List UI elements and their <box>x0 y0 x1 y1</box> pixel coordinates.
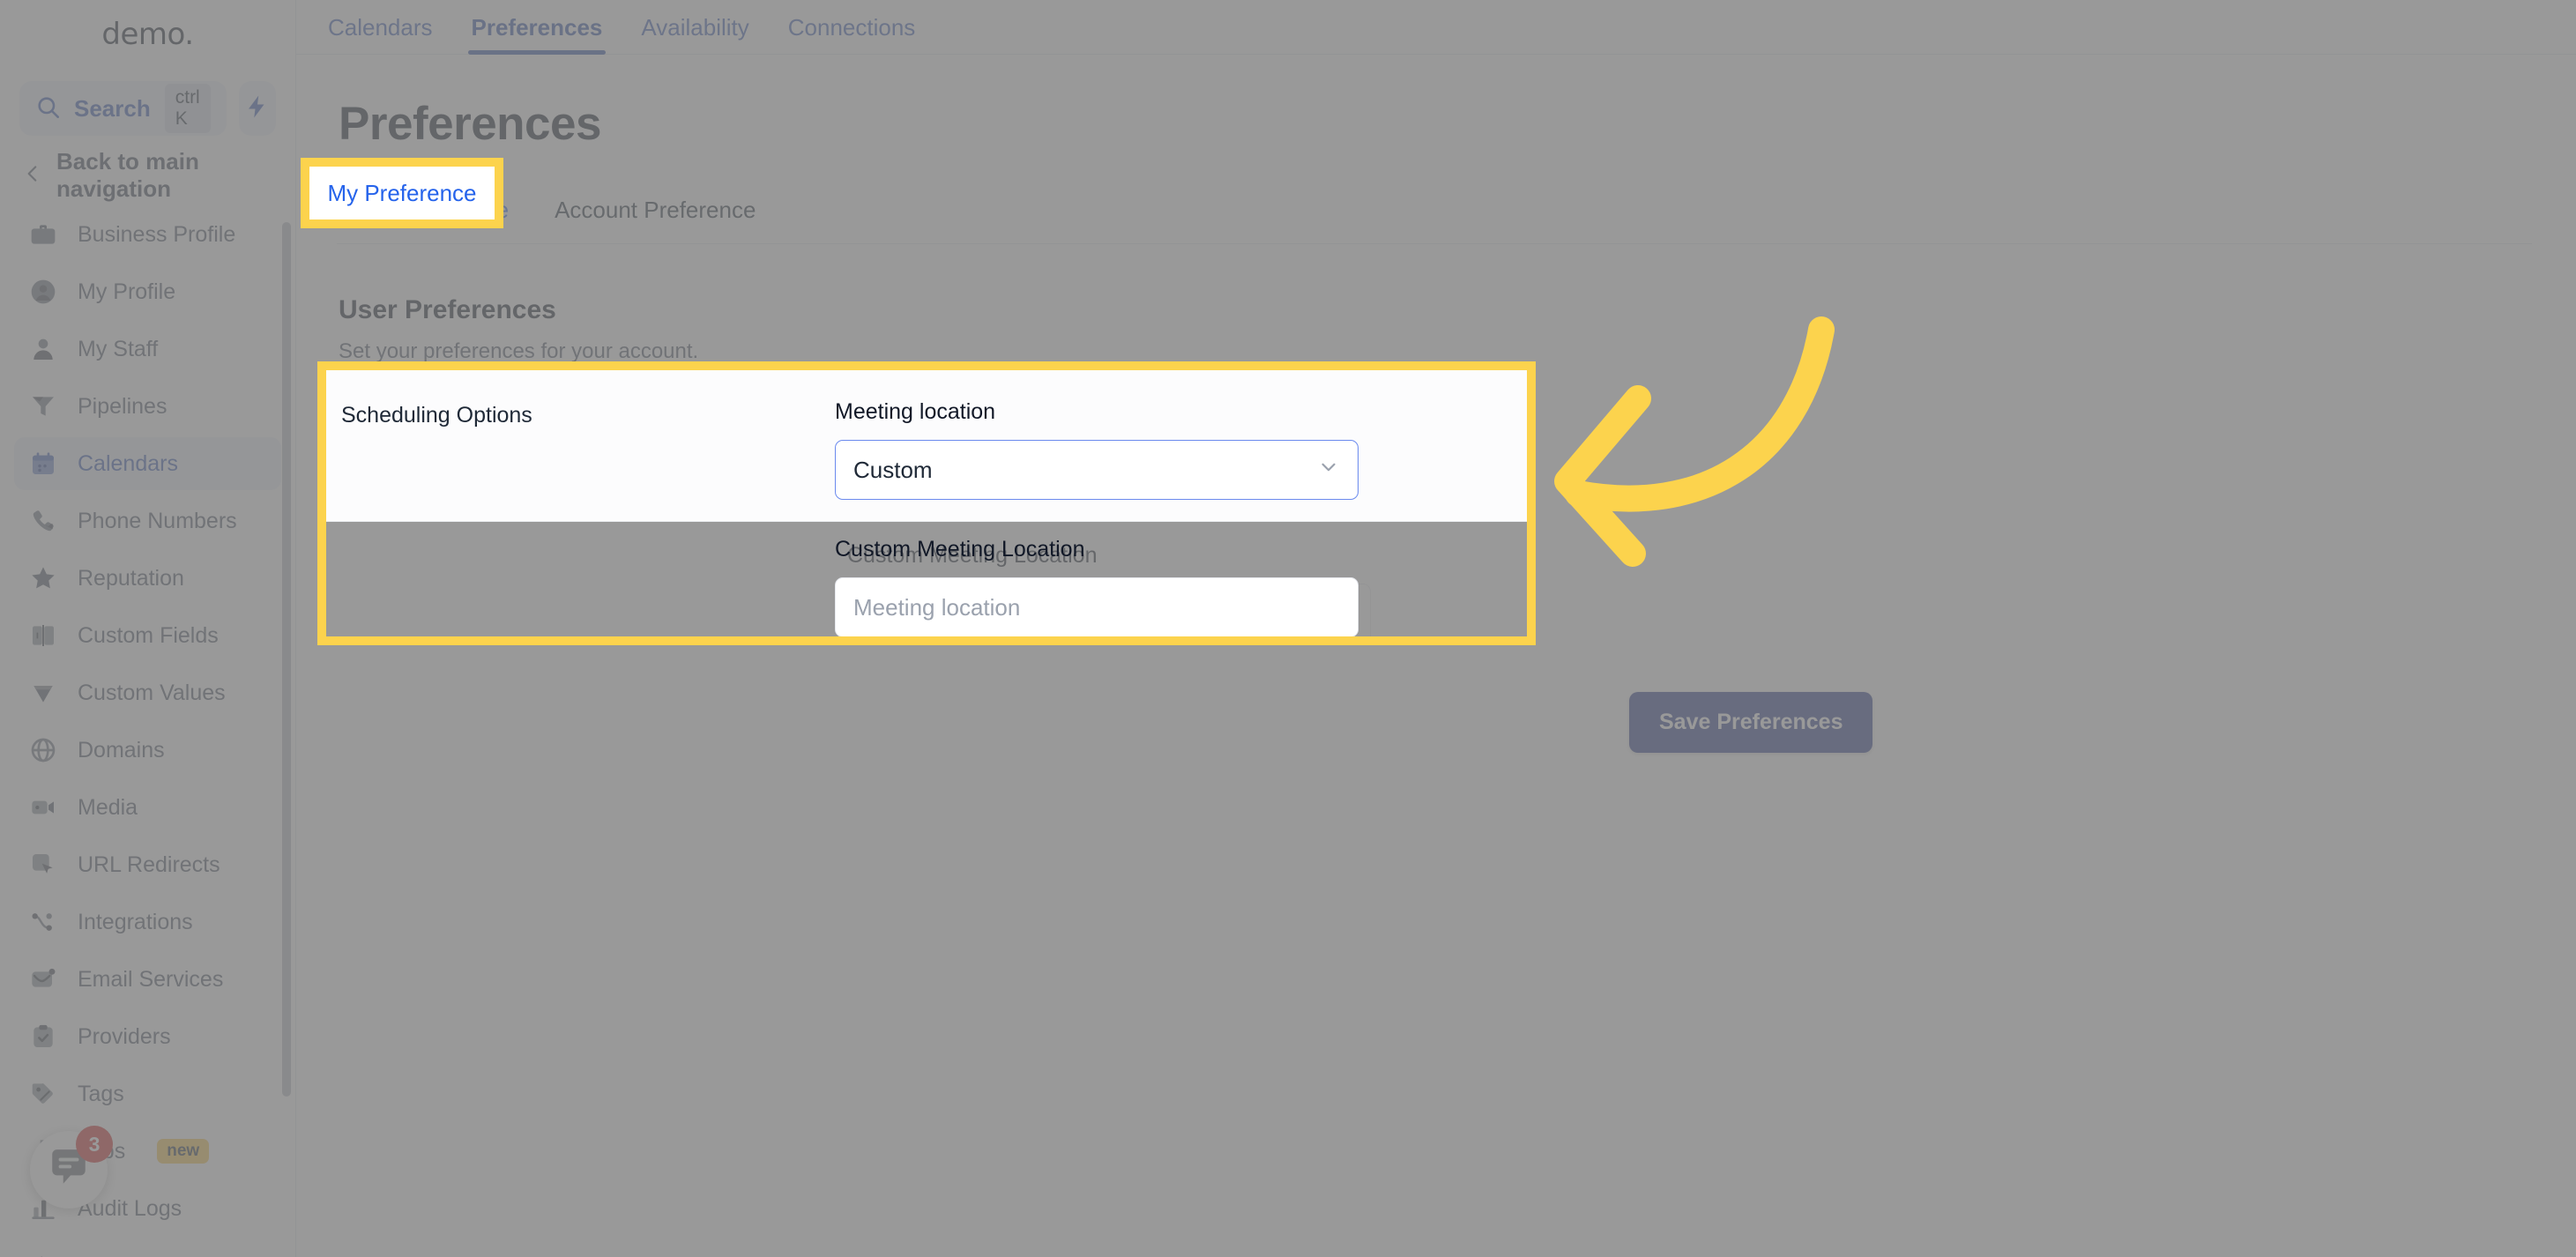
lightning-bolt-icon <box>244 93 271 124</box>
user-icon <box>28 334 58 364</box>
status-badge: new <box>157 1139 210 1164</box>
subtab-account-preference[interactable]: Account Preference <box>532 186 778 243</box>
sidebar-item-label: Providers <box>78 1023 171 1049</box>
sidebar-item-label: Reputation <box>78 565 184 591</box>
sidebar-item-tags[interactable]: Tags <box>14 1067 281 1120</box>
search-shortcut: ctrl K <box>164 84 211 133</box>
sidebar-item-custom-fields[interactable]: Custom Fields <box>14 609 281 662</box>
custom-meeting-location-placeholder-highlighted: Meeting location <box>853 593 1021 621</box>
sidebar-item-label: Email Services <box>78 966 224 992</box>
page-title: Preferences <box>339 98 601 150</box>
subtab-my-preference-spotlight[interactable]: My Preference <box>307 164 497 222</box>
search-icon <box>35 94 60 123</box>
sidebar-item-my-profile[interactable]: My Profile <box>14 265 281 318</box>
briefcase-icon <box>28 219 58 249</box>
main-content: Calendars Preferences Availability Conne… <box>296 0 2576 1257</box>
section-header: User Preferences Set your preferences fo… <box>296 244 2576 364</box>
unread-count-badge: 3 <box>76 1126 113 1163</box>
scheduling-options-card-spotlight: Scheduling Options Meeting location Cust… <box>319 363 1530 637</box>
globe-icon <box>28 735 58 765</box>
funnel-icon <box>28 391 58 421</box>
sidebar-item-label: Custom Fields <box>78 622 219 648</box>
user-circle-icon <box>28 277 58 307</box>
tab-label: Connections <box>787 14 916 41</box>
columns-icon <box>28 621 58 651</box>
cursor-click-icon <box>28 850 58 880</box>
tab-preferences[interactable]: Preferences <box>452 14 622 55</box>
tab-label: Availability <box>641 14 749 41</box>
subtab-label: Account Preference <box>555 197 756 223</box>
sidebar-item-label: Phone Numbers <box>78 508 237 533</box>
save-preferences-button[interactable]: Save Preferences <box>1629 692 1873 753</box>
sidebar-nav-list: Business Profile My Profile My Staff Pip… <box>0 208 295 1257</box>
sidebar-item-phone-numbers[interactable]: Phone Numbers <box>14 495 281 547</box>
sidebar-item-email-services[interactable]: Email Services <box>14 953 281 1006</box>
app-root: demo. Search ctrl K Back to main navigat… <box>0 0 2576 1257</box>
sidebar-item-integrations[interactable]: Integrations <box>14 896 281 948</box>
sidebar-item-calendars[interactable]: Calendars <box>14 437 281 490</box>
sidebar-item-label: Pipelines <box>78 393 168 419</box>
sidebar-item-label: Tags <box>78 1081 124 1106</box>
sidebar-item-url-redirects[interactable]: URL Redirects <box>14 838 281 891</box>
custom-meeting-location-input-highlighted[interactable]: Meeting location <box>835 577 1359 637</box>
clipboard-check-icon <box>28 1022 58 1052</box>
sidebar-item-business-profile[interactable]: Business Profile <box>14 208 281 261</box>
tag-icon <box>28 1079 58 1109</box>
sidebar-item-pipelines[interactable]: Pipelines <box>14 380 281 433</box>
brand-name: demo. <box>101 17 194 52</box>
sidebar-item-label: Custom Values <box>78 680 226 705</box>
sidebar-item-label: My Profile <box>78 279 176 304</box>
share-nodes-icon <box>28 907 58 937</box>
quick-actions-button[interactable] <box>238 81 276 136</box>
back-to-main-navigation[interactable]: Back to main navigation <box>0 143 295 208</box>
envelope-icon <box>28 964 58 994</box>
search-row: Search ctrl K <box>0 81 295 136</box>
sidebar-item-label: My Staff <box>78 336 159 361</box>
meeting-location-select-highlighted[interactable]: Custom <box>835 440 1359 500</box>
back-label: Back to main navigation <box>56 148 199 202</box>
video-camera-icon <box>28 792 58 822</box>
sidebar: demo. Search ctrl K Back to main navigat… <box>0 0 296 1257</box>
star-icon <box>28 563 58 593</box>
custom-meeting-location-label-highlighted: Custom Meeting Location <box>835 537 1085 562</box>
sidebar-item-label: Companies <box>78 1253 189 1257</box>
sidebar-item-label: Domains <box>78 737 165 762</box>
building-icon <box>28 1251 58 1257</box>
tab-connections[interactable]: Connections <box>769 14 935 54</box>
gem-icon <box>28 678 58 708</box>
sidebar-item-my-staff[interactable]: My Staff <box>14 323 281 376</box>
search-input[interactable]: Search ctrl K <box>19 81 227 136</box>
chevron-left-icon <box>21 162 44 190</box>
brand-logo: demo. <box>0 0 295 69</box>
sidebar-item-label: Media <box>78 794 138 820</box>
section-title: User Preferences <box>339 295 556 324</box>
sidebar-item-custom-values[interactable]: Custom Values <box>14 666 281 719</box>
sidebar-item-providers[interactable]: Providers <box>14 1010 281 1063</box>
chat-widget-button[interactable]: 3 <box>30 1126 113 1209</box>
meeting-location-label-highlighted: Meeting location <box>835 399 996 424</box>
sidebar-item-label: Integrations <box>78 909 193 934</box>
chevron-down-icon <box>1317 456 1340 485</box>
search-placeholder: Search <box>74 94 151 122</box>
calendar-icon <box>28 449 58 479</box>
sidebar-item-media[interactable]: Media <box>14 781 281 834</box>
phone-icon <box>28 506 58 536</box>
subtab-label-highlighted: My Preference <box>327 179 477 206</box>
tab-availability[interactable]: Availability <box>622 14 768 54</box>
tab-label: Preferences <box>471 14 603 41</box>
tab-label: Calendars <box>328 14 433 41</box>
sidebar-item-reputation[interactable]: Reputation <box>14 552 281 605</box>
sub-tab-bar: My Preference Account Preference <box>337 186 2532 244</box>
sidebar-item-label: Calendars <box>78 450 178 476</box>
sidebar-item-label: URL Redirects <box>78 852 220 877</box>
tab-calendars[interactable]: Calendars <box>309 14 452 54</box>
scheduling-options-fields-highlighted: Meeting location Custom Custom Meeting L… <box>835 399 1359 637</box>
meeting-location-value-highlighted: Custom <box>853 456 933 483</box>
scheduling-options-group-label-highlighted: Scheduling Options <box>341 403 532 428</box>
sidebar-item-label: Business Profile <box>78 221 236 247</box>
top-tab-bar: Calendars Preferences Availability Conne… <box>296 0 2576 55</box>
sidebar-item-domains[interactable]: Domains <box>14 724 281 777</box>
sidebar-scrollbar[interactable] <box>282 222 291 1097</box>
sidebar-item-companies[interactable]: Companies <box>14 1239 281 1257</box>
